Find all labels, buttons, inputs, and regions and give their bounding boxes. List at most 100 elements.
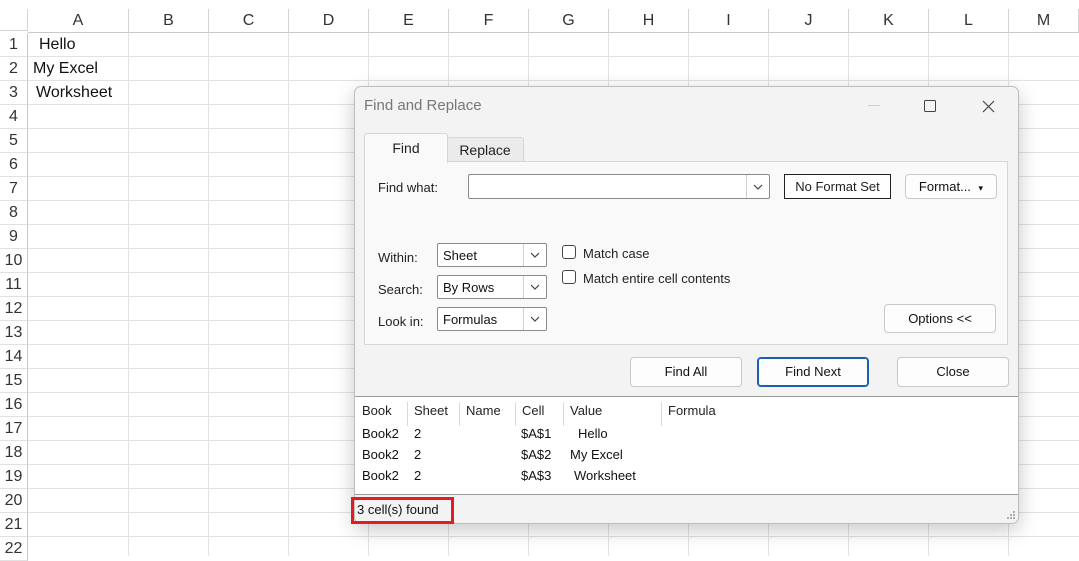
look-in-select[interactable]: Formulas xyxy=(437,307,547,331)
row-header-1[interactable]: 1 xyxy=(0,33,28,57)
select-all-corner[interactable] xyxy=(0,9,28,31)
within-label: Within: xyxy=(378,250,418,265)
match-case-checkbox[interactable] xyxy=(562,245,576,259)
row-header-21[interactable]: 21 xyxy=(0,513,28,537)
search-value: By Rows xyxy=(443,280,495,295)
cell-a1[interactable]: Hello xyxy=(39,33,75,57)
gridline xyxy=(208,33,209,556)
row-header-6[interactable]: 6 xyxy=(0,153,28,177)
find-next-button[interactable]: Find Next xyxy=(757,357,869,387)
match-entire-label[interactable]: Match entire cell contents xyxy=(583,271,730,286)
results-header-sheet[interactable]: Sheet xyxy=(408,402,460,426)
find-what-combo[interactable] xyxy=(468,174,770,199)
column-header-i[interactable]: I xyxy=(689,9,769,33)
tab-find[interactable]: Find xyxy=(364,133,448,163)
find-replace-dialog: Find and Replace Find Replace Find what:… xyxy=(354,86,1019,524)
column-header-h[interactable]: H xyxy=(609,9,689,33)
search-label: Search: xyxy=(378,282,423,297)
close-icon xyxy=(982,100,994,112)
row-header-7[interactable]: 7 xyxy=(0,177,28,201)
look-in-dropdown[interactable] xyxy=(523,308,546,330)
row-header-13[interactable]: 13 xyxy=(0,321,28,345)
gridline xyxy=(28,56,1079,57)
row-header-9[interactable]: 9 xyxy=(0,225,28,249)
column-header-j[interactable]: J xyxy=(769,9,849,33)
match-case-label[interactable]: Match case xyxy=(583,246,649,261)
find-all-button[interactable]: Find All xyxy=(630,357,742,387)
format-button-label: Format... xyxy=(918,179,971,194)
results-header-value[interactable]: Value xyxy=(564,402,662,426)
cell-a3[interactable]: Worksheet xyxy=(36,81,112,105)
row-header-22[interactable]: 22 xyxy=(0,537,28,561)
find-what-dropdown[interactable] xyxy=(746,175,769,198)
column-header-e[interactable]: E xyxy=(369,9,449,33)
result-sheet: 2 xyxy=(414,468,422,483)
results-header-cell[interactable]: Cell xyxy=(516,402,564,426)
find-what-input[interactable] xyxy=(471,176,745,198)
close-button-label: Close xyxy=(936,364,970,379)
result-cell: $A$2 xyxy=(521,447,552,462)
results-header-name[interactable]: Name xyxy=(460,402,516,426)
column-header-c[interactable]: C xyxy=(209,9,289,33)
within-value: Sheet xyxy=(443,248,477,263)
maximize-icon xyxy=(924,100,936,112)
result-cell: $A$3 xyxy=(521,468,552,483)
result-value: Hello xyxy=(578,426,608,441)
row-header-4[interactable]: 4 xyxy=(0,105,28,129)
row-header-3[interactable]: 3 xyxy=(0,81,28,105)
column-header-b[interactable]: B xyxy=(129,9,209,33)
search-select[interactable]: By Rows xyxy=(437,275,547,299)
column-header-f[interactable]: F xyxy=(449,9,529,33)
options-button[interactable]: Options << xyxy=(884,304,996,333)
format-preview: No Format Set xyxy=(784,174,891,199)
row-header-10[interactable]: 10 xyxy=(0,249,28,273)
row-header-11[interactable]: 11 xyxy=(0,273,28,297)
resize-grip-icon[interactable] xyxy=(1006,510,1016,520)
tab-replace[interactable]: Replace xyxy=(446,137,524,162)
minimize-button[interactable] xyxy=(852,91,896,121)
row-header-14[interactable]: 14 xyxy=(0,345,28,369)
results-header-book[interactable]: Book xyxy=(356,402,408,426)
maximize-button[interactable] xyxy=(908,91,952,121)
column-header-m[interactable]: M xyxy=(1009,9,1079,33)
within-dropdown[interactable] xyxy=(523,244,546,266)
row-header-8[interactable]: 8 xyxy=(0,201,28,225)
gridline xyxy=(28,536,1079,537)
row-header-17[interactable]: 17 xyxy=(0,417,28,441)
match-entire-checkbox[interactable] xyxy=(562,270,576,284)
result-sheet: 2 xyxy=(414,426,422,441)
result-book: Book2 xyxy=(362,447,399,462)
column-header-l[interactable]: L xyxy=(929,9,1009,33)
find-what-label: Find what: xyxy=(378,180,438,195)
search-dropdown[interactable] xyxy=(523,276,546,298)
column-header-a[interactable]: A xyxy=(28,9,129,33)
gridline xyxy=(28,80,1079,81)
tab-replace-label: Replace xyxy=(459,142,511,158)
chevron-down-icon xyxy=(530,252,540,258)
tab-find-label: Find xyxy=(392,140,420,156)
close-window-button[interactable] xyxy=(966,91,1010,121)
close-button[interactable]: Close xyxy=(897,357,1009,387)
results-list[interactable]: Book Sheet Name Cell Value Formula Book2… xyxy=(355,396,1018,495)
format-button[interactable]: Format... ▾ xyxy=(905,174,997,199)
dialog-title: Find and Replace xyxy=(364,97,482,114)
row-header-12[interactable]: 12 xyxy=(0,297,28,321)
look-in-value: Formulas xyxy=(443,312,498,327)
row-header-5[interactable]: 5 xyxy=(0,129,28,153)
row-header-18[interactable]: 18 xyxy=(0,441,28,465)
column-header-k[interactable]: K xyxy=(849,9,929,33)
options-button-label: Options << xyxy=(908,311,972,326)
row-header-19[interactable]: 19 xyxy=(0,465,28,489)
result-sheet: 2 xyxy=(414,447,422,462)
find-all-label: Find All xyxy=(664,364,708,379)
row-header-20[interactable]: 20 xyxy=(0,489,28,513)
row-header-15[interactable]: 15 xyxy=(0,369,28,393)
results-header-formula[interactable]: Formula xyxy=(662,402,742,426)
column-header-g[interactable]: G xyxy=(529,9,609,33)
row-header-2[interactable]: 2 xyxy=(0,57,28,81)
cell-a2[interactable]: My Excel xyxy=(33,57,98,81)
within-select[interactable]: Sheet xyxy=(437,243,547,267)
gridline xyxy=(128,33,129,556)
column-header-d[interactable]: D xyxy=(289,9,369,33)
row-header-16[interactable]: 16 xyxy=(0,393,28,417)
